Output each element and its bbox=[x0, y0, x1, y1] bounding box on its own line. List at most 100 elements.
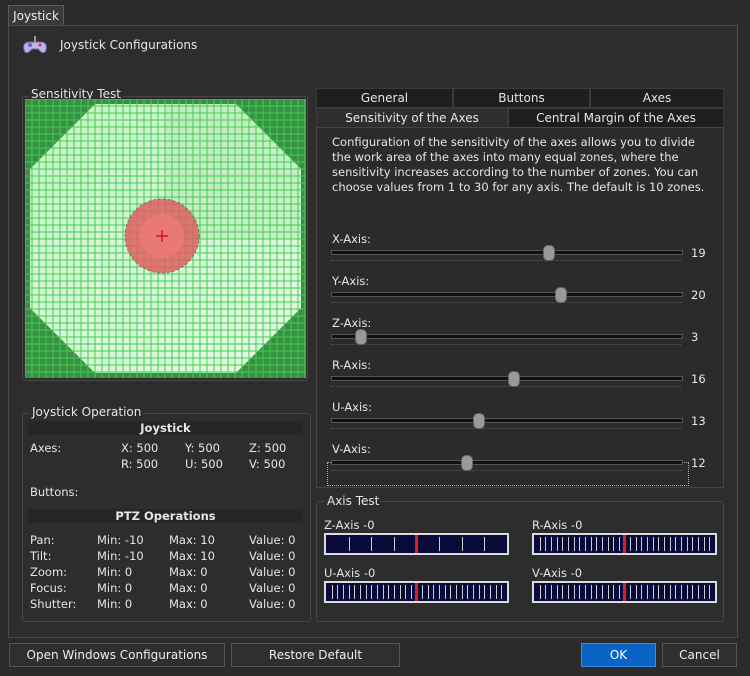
slider-thumb-2[interactable] bbox=[355, 329, 367, 345]
axis-meter-0 bbox=[324, 533, 509, 555]
slider-ticks-0 bbox=[331, 254, 681, 261]
sensitivity-test-area bbox=[24, 98, 306, 378]
ptz-value-0: Value: 0 bbox=[249, 533, 296, 547]
sensitivity-description: Configuration of the sensitivity of the … bbox=[332, 135, 705, 194]
slider-ticks-4 bbox=[331, 422, 681, 429]
ptz-min-3: Min: 0 bbox=[97, 581, 133, 595]
slider-thumb-1[interactable] bbox=[554, 287, 567, 303]
axis-value-x: X: 500 bbox=[121, 441, 159, 455]
sensitivity-grid bbox=[24, 98, 306, 378]
slider-label-4: U-Axis: bbox=[332, 400, 373, 414]
meter-tick bbox=[450, 585, 452, 599]
meter-tick bbox=[635, 537, 637, 551]
meter-tick bbox=[545, 585, 547, 599]
slider-label-1: Y-Axis: bbox=[332, 274, 370, 288]
axis-value-u: U: 500 bbox=[185, 457, 223, 471]
slider-thumb-3[interactable] bbox=[507, 371, 520, 387]
window-tab-joystick[interactable]: Joystick bbox=[8, 5, 64, 26]
tab-buttons[interactable]: Buttons bbox=[453, 88, 590, 108]
axis-value-y: Y: 500 bbox=[185, 441, 220, 455]
meter-tick bbox=[579, 585, 581, 599]
meter-tick bbox=[444, 585, 446, 599]
meter-tick bbox=[331, 585, 333, 599]
meter-tick bbox=[478, 585, 480, 599]
tab-sensitivity-of-axes[interactable]: Sensitivity of the Axes bbox=[316, 108, 508, 128]
tab-central-margin-of-axes[interactable]: Central Margin of the Axes bbox=[508, 108, 724, 128]
axis-test-label-2: U-Axis -0 bbox=[324, 566, 376, 580]
slider-ticks-3 bbox=[331, 380, 681, 387]
meter-tick bbox=[433, 585, 435, 599]
ptz-value-2: Value: 0 bbox=[249, 565, 296, 579]
slider-value-2: 3 bbox=[691, 330, 699, 344]
ptz-max-0: Max: 10 bbox=[169, 533, 215, 547]
slider-label-3: R-Axis: bbox=[332, 358, 372, 372]
meter-tick bbox=[675, 537, 677, 551]
axis-value-r: R: 500 bbox=[121, 457, 159, 471]
dialog-title: Joystick Configurations bbox=[60, 38, 198, 52]
axis-value-v: V: 500 bbox=[249, 457, 286, 471]
ptz-name-1: Tilt: bbox=[30, 549, 52, 563]
meter-tick bbox=[556, 537, 558, 551]
tab-axes[interactable]: Axes bbox=[590, 88, 724, 108]
meter-tick bbox=[664, 537, 666, 551]
meter-tick bbox=[658, 585, 660, 599]
slider-ticks-2 bbox=[331, 338, 681, 345]
ok-button[interactable]: OK bbox=[581, 643, 656, 667]
joystick-operation-label: Joystick Operation bbox=[30, 405, 144, 419]
meter-tick bbox=[556, 585, 558, 599]
meter-tick bbox=[618, 585, 620, 599]
meter-tick bbox=[405, 585, 407, 599]
meter-tick bbox=[342, 585, 344, 599]
meter-tick bbox=[439, 537, 441, 551]
slider-thumb-0[interactable] bbox=[543, 245, 555, 261]
meter-tick bbox=[613, 537, 615, 551]
meter-tick bbox=[376, 585, 378, 599]
meter-tick bbox=[439, 585, 441, 599]
meter-tick bbox=[590, 585, 592, 599]
meter-tick bbox=[692, 537, 694, 551]
meter-tick bbox=[641, 537, 643, 551]
ptz-name-3: Focus: bbox=[30, 581, 67, 595]
meter-tick bbox=[490, 585, 492, 599]
slider-value-4: 13 bbox=[691, 414, 706, 428]
slider-label-5: V-Axis: bbox=[332, 442, 371, 456]
axis-test-label-1: R-Axis -0 bbox=[532, 518, 583, 532]
ptz-value-3: Value: 0 bbox=[249, 581, 296, 595]
meter-tick bbox=[484, 585, 486, 599]
slider-label-0: X-Axis: bbox=[332, 232, 371, 246]
meter-tick bbox=[607, 537, 609, 551]
meter-tick bbox=[550, 537, 552, 551]
open-windows-configurations-button[interactable]: Open Windows Configurations bbox=[9, 643, 225, 667]
meter-tick bbox=[579, 537, 581, 551]
restore-default-button[interactable]: Restore Default bbox=[231, 643, 400, 667]
meter-tick bbox=[410, 585, 412, 599]
slider-ticks-5 bbox=[331, 464, 681, 471]
ptz-value-4: Value: 0 bbox=[249, 597, 296, 611]
meter-tick bbox=[562, 585, 564, 599]
meter-tick bbox=[607, 585, 609, 599]
meter-tick bbox=[669, 537, 671, 551]
joystick-header: Joystick bbox=[28, 421, 303, 435]
meter-tick bbox=[550, 585, 552, 599]
meter-tick bbox=[596, 537, 598, 551]
meter-tick bbox=[647, 585, 649, 599]
meter-tick bbox=[456, 585, 458, 599]
slider-value-5: 12 bbox=[691, 456, 706, 470]
meter-marker bbox=[623, 535, 626, 553]
meter-tick bbox=[681, 585, 683, 599]
ptz-min-4: Min: 0 bbox=[97, 597, 133, 611]
meter-tick bbox=[399, 585, 401, 599]
slider-thumb-5[interactable] bbox=[460, 455, 473, 471]
meter-tick bbox=[647, 537, 649, 551]
ptz-value-1: Value: 0 bbox=[249, 549, 296, 563]
cancel-button[interactable]: Cancel bbox=[662, 643, 737, 667]
meter-tick bbox=[461, 585, 463, 599]
meter-tick bbox=[709, 585, 711, 599]
tab-general[interactable]: General bbox=[316, 88, 453, 108]
ptz-min-2: Min: 0 bbox=[97, 565, 133, 579]
slider-thumb-4[interactable] bbox=[472, 413, 485, 429]
meter-marker bbox=[623, 583, 626, 601]
axis-meter-2 bbox=[324, 581, 509, 603]
meter-tick bbox=[664, 585, 666, 599]
meter-tick bbox=[630, 585, 632, 599]
